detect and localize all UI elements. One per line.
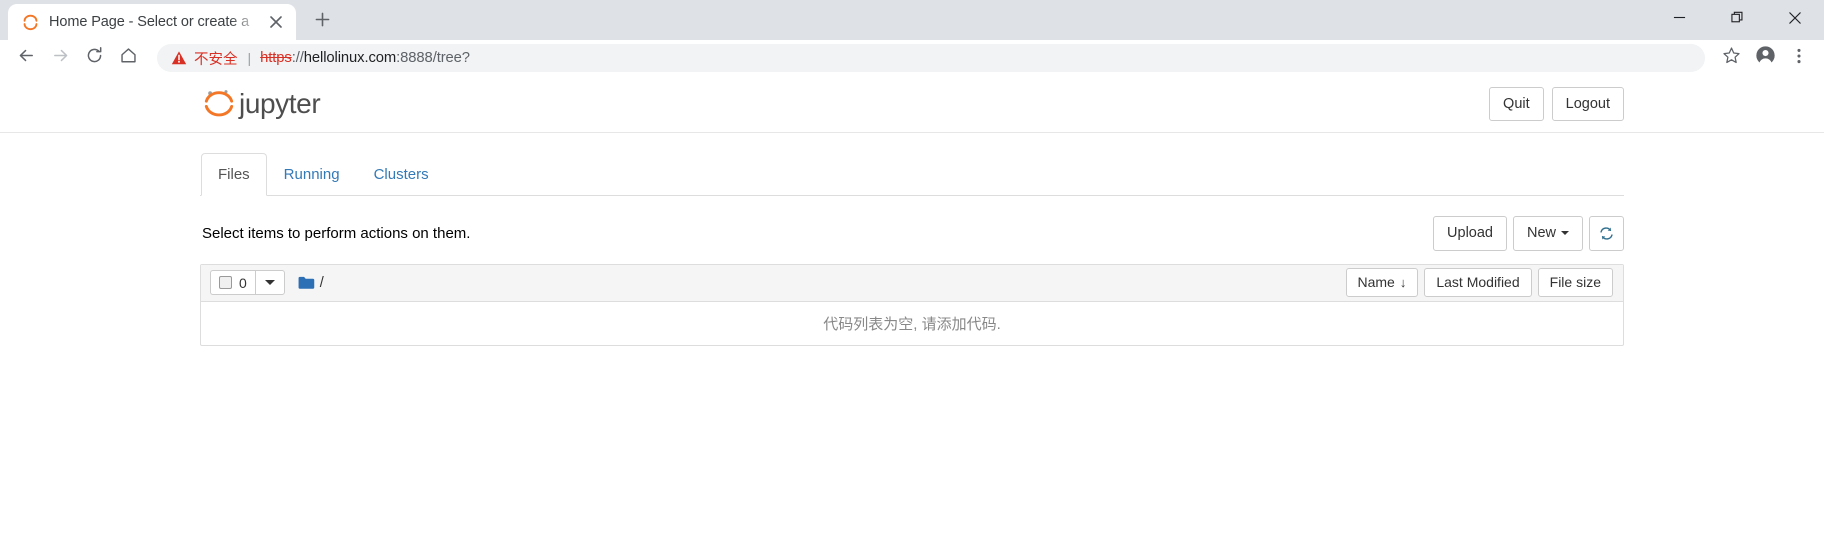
sort-by-name-button[interactable]: Name ↓ — [1345, 267, 1419, 298]
window-maximize-button[interactable] — [1708, 0, 1766, 40]
tab-running[interactable]: Running — [267, 153, 357, 196]
jupyter-tab-bar: Files Running Clusters — [200, 153, 1624, 197]
upload-button[interactable]: Upload — [1433, 216, 1507, 251]
logout-button[interactable]: Logout — [1551, 86, 1624, 122]
file-list-panel: 0 / Name ↓ Last Modified File size 代码列表为… — [200, 263, 1624, 346]
action-row-buttons: Upload New — [1433, 216, 1624, 251]
back-arrow-icon — [17, 46, 36, 70]
chevron-down-icon — [1561, 231, 1569, 236]
address-bar[interactable]: 不安全 | https://hellolinux.com:8888/tree? — [157, 44, 1705, 72]
url-host: hellolinux.com — [303, 50, 397, 66]
url-scheme-suffix: :// — [291, 50, 304, 66]
window-close-button[interactable] — [1766, 0, 1824, 40]
plus-icon — [315, 12, 330, 32]
warning-triangle-icon[interactable] — [171, 50, 187, 66]
browser-window: Home Page - Select or create a 不安全 | htt… — [0, 0, 1824, 553]
insecure-label: 不安全 — [194, 51, 238, 68]
bookmark-button[interactable] — [1715, 42, 1747, 74]
profile-button[interactable] — [1749, 42, 1781, 74]
jupyter-logo-icon — [202, 87, 236, 121]
file-list-body: 代码列表为空, 请添加代码. — [201, 302, 1623, 345]
reload-icon — [85, 46, 104, 70]
file-list-header-left: 0 / — [210, 270, 324, 296]
select-items-hint: Select items to perform actions on them. — [202, 224, 471, 242]
select-all-checkbox[interactable]: 0 — [210, 270, 255, 296]
jupyter-header: jupyter Quit Logout — [0, 76, 1824, 133]
new-tab-button[interactable] — [305, 5, 339, 39]
url-text: https://hellolinux.com:8888/tree? — [260, 50, 470, 66]
new-dropdown-button[interactable]: New — [1512, 216, 1583, 251]
browser-menu-button[interactable] — [1783, 42, 1815, 74]
home-button[interactable] — [111, 41, 145, 75]
tab-close-icon[interactable] — [266, 12, 286, 32]
url-port: :8888 — [396, 50, 433, 66]
jupyter-logo[interactable]: jupyter — [202, 87, 321, 121]
quit-button[interactable]: Quit — [1489, 86, 1544, 122]
folder-icon — [298, 276, 315, 290]
jupyter-favicon — [22, 14, 39, 31]
window-controls — [1650, 0, 1824, 40]
reload-button[interactable] — [77, 41, 111, 75]
sort-buttons: Name ↓ Last Modified File size — [1345, 267, 1613, 298]
account-avatar-icon — [1755, 45, 1776, 71]
refresh-icon — [1599, 226, 1614, 241]
action-row: Select items to perform actions on them.… — [200, 196, 1624, 263]
chevron-down-icon — [264, 280, 275, 286]
forward-arrow-icon — [51, 46, 70, 70]
url-path: /tree? — [432, 50, 470, 66]
file-list-header: 0 / Name ↓ Last Modified File size — [201, 264, 1623, 302]
window-minimize-button[interactable] — [1650, 0, 1708, 40]
window-close-icon — [1788, 11, 1802, 30]
select-all-group: 0 — [210, 270, 285, 296]
sort-name-label: Name — [1357, 273, 1395, 290]
jupyter-header-buttons: Quit Logout — [1489, 86, 1624, 122]
restore-icon — [1730, 11, 1744, 29]
jupyter-logo-text: jupyter — [239, 88, 321, 119]
star-icon — [1722, 46, 1741, 70]
tab-clusters[interactable]: Clusters — [357, 153, 446, 196]
three-dot-menu-icon — [1790, 47, 1808, 70]
empty-list-message: 代码列表为空, 请添加代码. — [823, 315, 1001, 333]
sort-by-file-size-button[interactable]: File size — [1537, 267, 1613, 298]
back-button[interactable] — [9, 41, 43, 75]
breadcrumb: / — [298, 275, 324, 291]
browser-toolbar: 不安全 | https://hellolinux.com:8888/tree? — [0, 40, 1824, 76]
select-dropdown-button[interactable] — [254, 270, 285, 296]
browser-tab-title: Home Page - Select or create a — [49, 14, 250, 30]
forward-button[interactable] — [43, 41, 77, 75]
selected-count: 0 — [239, 274, 247, 291]
minimize-icon — [1673, 11, 1686, 29]
browser-tab-strip: Home Page - Select or create a — [0, 0, 1824, 40]
jupyter-main: Files Running Clusters Select items to p… — [200, 133, 1624, 346]
page-content: jupyter Quit Logout Files Running Cluste… — [0, 76, 1824, 553]
home-icon — [119, 46, 138, 70]
tab-files[interactable]: Files — [201, 153, 267, 197]
checkbox-square-icon — [219, 276, 232, 290]
sort-down-arrow-icon: ↓ — [1399, 274, 1407, 290]
sort-by-last-modified-button[interactable]: Last Modified — [1424, 267, 1532, 298]
breadcrumb-root-link[interactable]: / — [320, 275, 324, 291]
omnibox-separator: | — [247, 50, 252, 66]
url-scheme: https — [260, 50, 292, 66]
refresh-button[interactable] — [1589, 216, 1624, 251]
browser-tab[interactable]: Home Page - Select or create a — [8, 4, 296, 40]
new-dropdown-label: New — [1526, 225, 1556, 242]
